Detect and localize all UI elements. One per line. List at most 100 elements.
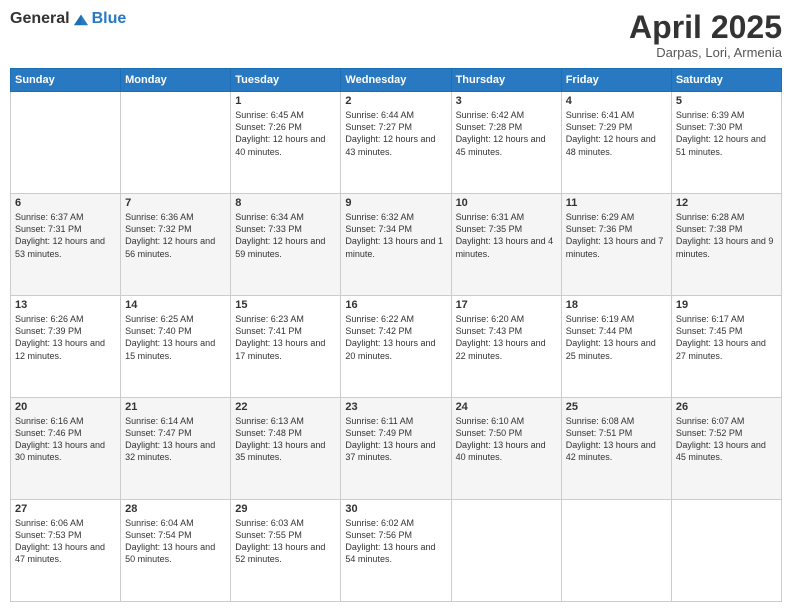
logo-blue: Blue	[92, 10, 127, 27]
day-number: 9	[345, 197, 446, 209]
day-number: 6	[15, 197, 116, 209]
calendar-week-row: 20 Sunrise: 6:16 AMSunset: 7:46 PMDaylig…	[11, 398, 782, 500]
table-row: 19 Sunrise: 6:17 AMSunset: 7:45 PMDaylig…	[671, 296, 781, 398]
day-number: 11	[566, 197, 667, 209]
table-row: 17 Sunrise: 6:20 AMSunset: 7:43 PMDaylig…	[451, 296, 561, 398]
table-row: 3 Sunrise: 6:42 AMSunset: 7:28 PMDayligh…	[451, 92, 561, 194]
table-row: 16 Sunrise: 6:22 AMSunset: 7:42 PMDaylig…	[341, 296, 451, 398]
day-number: 2	[345, 95, 446, 107]
calendar-week-row: 13 Sunrise: 6:26 AMSunset: 7:39 PMDaylig…	[11, 296, 782, 398]
day-number: 8	[235, 197, 336, 209]
table-row: 28 Sunrise: 6:04 AMSunset: 7:54 PMDaylig…	[121, 500, 231, 602]
day-info: Sunrise: 6:06 AMSunset: 7:53 PMDaylight:…	[15, 517, 116, 566]
table-row: 21 Sunrise: 6:14 AMSunset: 7:47 PMDaylig…	[121, 398, 231, 500]
day-info: Sunrise: 6:26 AMSunset: 7:39 PMDaylight:…	[15, 313, 116, 362]
day-number: 25	[566, 401, 667, 413]
calendar-week-row: 1 Sunrise: 6:45 AMSunset: 7:26 PMDayligh…	[11, 92, 782, 194]
day-number: 10	[456, 197, 557, 209]
day-number: 18	[566, 299, 667, 311]
day-info: Sunrise: 6:31 AMSunset: 7:35 PMDaylight:…	[456, 211, 557, 260]
table-row: 27 Sunrise: 6:06 AMSunset: 7:53 PMDaylig…	[11, 500, 121, 602]
table-row: 22 Sunrise: 6:13 AMSunset: 7:48 PMDaylig…	[231, 398, 341, 500]
table-row: 26 Sunrise: 6:07 AMSunset: 7:52 PMDaylig…	[671, 398, 781, 500]
day-number: 29	[235, 503, 336, 515]
table-row: 12 Sunrise: 6:28 AMSunset: 7:38 PMDaylig…	[671, 194, 781, 296]
day-info: Sunrise: 6:32 AMSunset: 7:34 PMDaylight:…	[345, 211, 446, 260]
month-title: April 2025	[629, 10, 782, 45]
table-row: 5 Sunrise: 6:39 AMSunset: 7:30 PMDayligh…	[671, 92, 781, 194]
day-info: Sunrise: 6:42 AMSunset: 7:28 PMDaylight:…	[456, 109, 557, 158]
calendar-table: Sunday Monday Tuesday Wednesday Thursday…	[10, 68, 782, 602]
day-info: Sunrise: 6:23 AMSunset: 7:41 PMDaylight:…	[235, 313, 336, 362]
day-number: 4	[566, 95, 667, 107]
day-number: 14	[125, 299, 226, 311]
day-number: 22	[235, 401, 336, 413]
day-number: 12	[676, 197, 777, 209]
logo: General Blue	[10, 10, 126, 28]
header: General Blue April 2025 Darpas, Lori, Ar…	[10, 10, 782, 60]
table-row: 10 Sunrise: 6:31 AMSunset: 7:35 PMDaylig…	[451, 194, 561, 296]
table-row: 1 Sunrise: 6:45 AMSunset: 7:26 PMDayligh…	[231, 92, 341, 194]
day-number: 15	[235, 299, 336, 311]
table-row: 6 Sunrise: 6:37 AMSunset: 7:31 PMDayligh…	[11, 194, 121, 296]
day-info: Sunrise: 6:41 AMSunset: 7:29 PMDaylight:…	[566, 109, 667, 158]
day-number: 21	[125, 401, 226, 413]
day-number: 28	[125, 503, 226, 515]
day-number: 1	[235, 95, 336, 107]
day-number: 5	[676, 95, 777, 107]
table-row: 25 Sunrise: 6:08 AMSunset: 7:51 PMDaylig…	[561, 398, 671, 500]
day-info: Sunrise: 6:39 AMSunset: 7:30 PMDaylight:…	[676, 109, 777, 158]
day-number: 19	[676, 299, 777, 311]
day-info: Sunrise: 6:22 AMSunset: 7:42 PMDaylight:…	[345, 313, 446, 362]
col-tuesday: Tuesday	[231, 69, 341, 92]
day-info: Sunrise: 6:36 AMSunset: 7:32 PMDaylight:…	[125, 211, 226, 260]
day-info: Sunrise: 6:03 AMSunset: 7:55 PMDaylight:…	[235, 517, 336, 566]
day-number: 20	[15, 401, 116, 413]
title-section: April 2025 Darpas, Lori, Armenia	[629, 10, 782, 60]
col-sunday: Sunday	[11, 69, 121, 92]
day-info: Sunrise: 6:44 AMSunset: 7:27 PMDaylight:…	[345, 109, 446, 158]
day-info: Sunrise: 6:16 AMSunset: 7:46 PMDaylight:…	[15, 415, 116, 464]
col-thursday: Thursday	[451, 69, 561, 92]
table-row: 11 Sunrise: 6:29 AMSunset: 7:36 PMDaylig…	[561, 194, 671, 296]
day-info: Sunrise: 6:13 AMSunset: 7:48 PMDaylight:…	[235, 415, 336, 464]
day-info: Sunrise: 6:34 AMSunset: 7:33 PMDaylight:…	[235, 211, 336, 260]
table-row: 8 Sunrise: 6:34 AMSunset: 7:33 PMDayligh…	[231, 194, 341, 296]
day-info: Sunrise: 6:04 AMSunset: 7:54 PMDaylight:…	[125, 517, 226, 566]
table-row: 30 Sunrise: 6:02 AMSunset: 7:56 PMDaylig…	[341, 500, 451, 602]
day-info: Sunrise: 6:45 AMSunset: 7:26 PMDaylight:…	[235, 109, 336, 158]
day-number: 17	[456, 299, 557, 311]
day-info: Sunrise: 6:08 AMSunset: 7:51 PMDaylight:…	[566, 415, 667, 464]
day-info: Sunrise: 6:02 AMSunset: 7:56 PMDaylight:…	[345, 517, 446, 566]
day-number: 30	[345, 503, 446, 515]
day-info: Sunrise: 6:07 AMSunset: 7:52 PMDaylight:…	[676, 415, 777, 464]
day-number: 26	[676, 401, 777, 413]
table-row: 15 Sunrise: 6:23 AMSunset: 7:41 PMDaylig…	[231, 296, 341, 398]
table-row: 4 Sunrise: 6:41 AMSunset: 7:29 PMDayligh…	[561, 92, 671, 194]
table-row	[561, 500, 671, 602]
table-row: 7 Sunrise: 6:36 AMSunset: 7:32 PMDayligh…	[121, 194, 231, 296]
day-number: 23	[345, 401, 446, 413]
day-info: Sunrise: 6:20 AMSunset: 7:43 PMDaylight:…	[456, 313, 557, 362]
table-row	[11, 92, 121, 194]
table-row: 29 Sunrise: 6:03 AMSunset: 7:55 PMDaylig…	[231, 500, 341, 602]
day-info: Sunrise: 6:17 AMSunset: 7:45 PMDaylight:…	[676, 313, 777, 362]
calendar-week-row: 6 Sunrise: 6:37 AMSunset: 7:31 PMDayligh…	[11, 194, 782, 296]
day-info: Sunrise: 6:28 AMSunset: 7:38 PMDaylight:…	[676, 211, 777, 260]
weekday-header-row: Sunday Monday Tuesday Wednesday Thursday…	[11, 69, 782, 92]
day-info: Sunrise: 6:29 AMSunset: 7:36 PMDaylight:…	[566, 211, 667, 260]
table-row	[121, 92, 231, 194]
table-row: 23 Sunrise: 6:11 AMSunset: 7:49 PMDaylig…	[341, 398, 451, 500]
table-row	[451, 500, 561, 602]
logo-general: General	[10, 10, 70, 28]
day-number: 7	[125, 197, 226, 209]
table-row: 13 Sunrise: 6:26 AMSunset: 7:39 PMDaylig…	[11, 296, 121, 398]
location: Darpas, Lori, Armenia	[629, 45, 782, 60]
page: General Blue April 2025 Darpas, Lori, Ar…	[0, 0, 792, 612]
day-info: Sunrise: 6:19 AMSunset: 7:44 PMDaylight:…	[566, 313, 667, 362]
day-info: Sunrise: 6:11 AMSunset: 7:49 PMDaylight:…	[345, 415, 446, 464]
col-saturday: Saturday	[671, 69, 781, 92]
table-row	[671, 500, 781, 602]
logo-icon	[72, 11, 90, 27]
calendar-week-row: 27 Sunrise: 6:06 AMSunset: 7:53 PMDaylig…	[11, 500, 782, 602]
